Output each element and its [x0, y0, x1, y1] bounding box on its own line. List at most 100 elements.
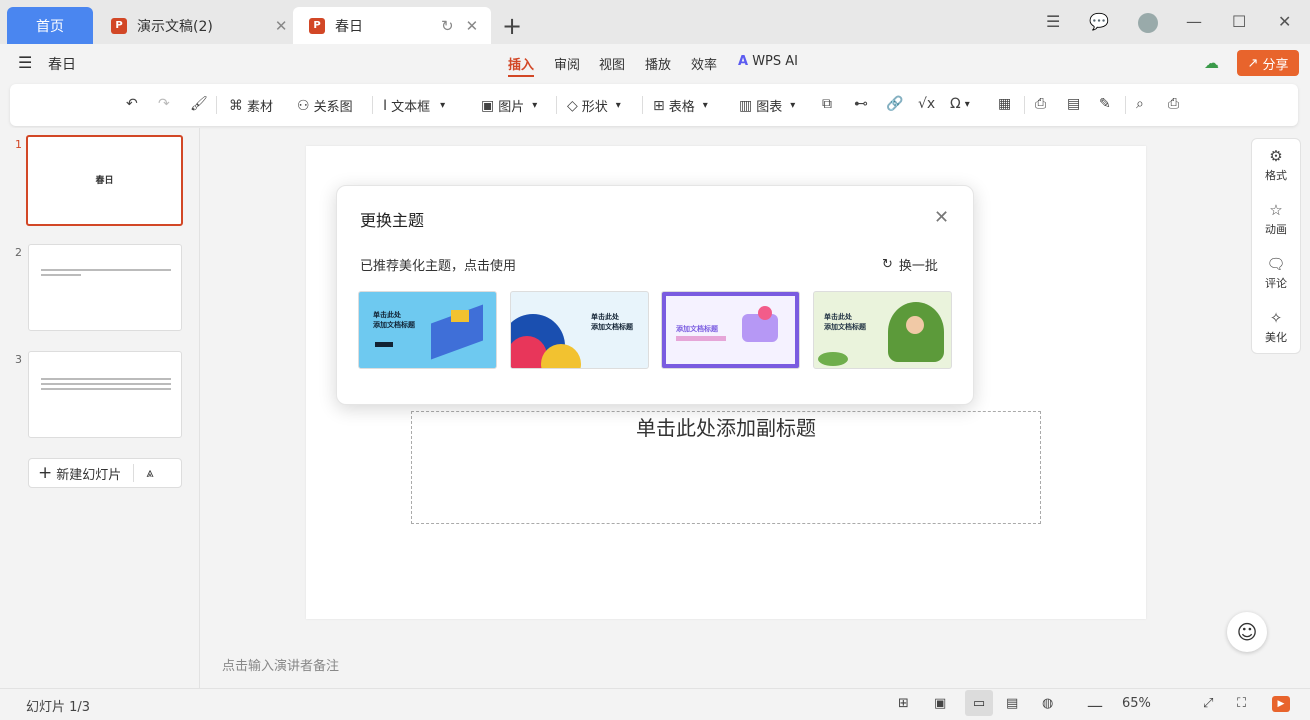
stamp-icon: ⎙	[1035, 96, 1047, 112]
refresh-icon: ↻	[882, 257, 893, 272]
close-icon[interactable]: ✕	[466, 17, 479, 35]
zoom-out-icon[interactable]: —	[1087, 696, 1103, 715]
print-button[interactable]: ⎙	[1168, 96, 1179, 112]
table-button[interactable]: ⊞ 表格 ▾	[653, 96, 708, 116]
search-icon: ⌕	[1136, 96, 1144, 112]
grid-view-icon[interactable]: ⊞	[898, 696, 909, 711]
tab-view[interactable]: 视图	[599, 54, 625, 73]
format-painter-button[interactable]: 🖌	[190, 96, 208, 112]
theme-option-4[interactable]: 单击此处 添加文档标题	[813, 291, 952, 369]
minimize-icon[interactable]: —	[1186, 12, 1202, 31]
close-icon[interactable]: ✕	[275, 17, 288, 35]
redo-icon: ↷	[158, 96, 170, 112]
undo-icon: ↶	[126, 96, 138, 112]
status-bar	[0, 688, 1310, 720]
tab-label: 春日	[335, 18, 363, 35]
speaker-notes-input[interactable]: 点击输入演讲者备注	[222, 655, 339, 674]
search-button[interactable]: ⌕	[1136, 96, 1144, 112]
new-slide-label: 新建幻灯片	[56, 467, 122, 483]
note-button[interactable]: ✎	[1099, 96, 1111, 112]
undo-button[interactable]: ↶	[126, 96, 138, 112]
chevron-down-icon: ▾	[440, 100, 446, 111]
message-icon[interactable]: 💬	[1089, 12, 1109, 31]
play-icon[interactable]: ▶	[1272, 696, 1290, 712]
note-icon: ✎	[1099, 96, 1111, 112]
swap-batch-button[interactable]: ↻ 换一批	[882, 255, 938, 274]
thumb-text-line	[41, 274, 81, 276]
link-button[interactable]: 🔗	[886, 96, 903, 112]
divider	[1125, 96, 1126, 114]
theme-option-1[interactable]: 单击此处 添加文档标题	[358, 291, 497, 369]
textbox-button[interactable]: Ⅰ 文本框 ▾	[383, 96, 446, 116]
hamburger-icon[interactable]: ☰	[18, 53, 32, 72]
flow-button[interactable]: ⊷	[854, 96, 868, 112]
tab-play[interactable]: 播放	[645, 54, 671, 73]
window-close-icon[interactable]: ✕	[1278, 12, 1291, 31]
chevron-down-icon: ▾	[964, 98, 970, 110]
smart-graphic-button[interactable]: ⧉	[822, 96, 832, 112]
reading-view-icon[interactable]: ▣	[934, 696, 946, 711]
animation-panel-button[interactable]: ☆ 动画	[1251, 201, 1301, 237]
comment-panel-button[interactable]: 🗨 评论	[1251, 255, 1301, 291]
tab-doc-1[interactable]: P 演示文稿(2) ✕	[95, 7, 290, 44]
wps-ai-icon: A	[738, 54, 749, 69]
brush-icon: 🖌	[190, 96, 208, 112]
zoom-level[interactable]: 65%	[1122, 696, 1151, 711]
symbol-button[interactable]: Ω ▾	[950, 96, 970, 112]
subtitle-placeholder[interactable]: 单击此处添加副标题	[411, 412, 1041, 441]
new-tab-button[interactable]: +	[502, 12, 522, 40]
tab-insert[interactable]: 插入	[508, 54, 534, 73]
chevron-down-icon: ▾	[532, 100, 538, 111]
formula-button[interactable]: √x	[918, 96, 935, 112]
animation-label: 动画	[1265, 223, 1287, 236]
chart-button[interactable]: ▥ 图表 ▾	[739, 96, 796, 116]
textbox-icon: Ⅰ	[383, 97, 388, 114]
fit-icon[interactable]: ⤢	[1203, 696, 1213, 711]
new-slide-button[interactable]: + 新建幻灯片 ⩓	[28, 458, 182, 488]
close-icon[interactable]: ✕	[934, 207, 949, 228]
theme-button-shape	[375, 342, 393, 347]
fullscreen-icon[interactable]: ⛶	[1237, 696, 1246, 711]
beautify-label: 美化	[1265, 331, 1287, 344]
material-icon: ⌘	[229, 97, 243, 114]
theme-option-2[interactable]: 单击此处 添加文档标题	[510, 291, 649, 369]
stamp-button[interactable]: ⎙	[1035, 96, 1046, 112]
template-icon[interactable]: ⩓	[146, 466, 153, 481]
share-label: 分享	[1262, 57, 1289, 73]
theme-option-3[interactable]: 添加文档标题	[661, 291, 800, 369]
format-panel-button[interactable]: ⚙ 格式	[1251, 147, 1301, 183]
theme-text: 单击此处 添加文档标题	[824, 313, 866, 331]
globe-icon[interactable]: ◍	[1042, 696, 1053, 711]
assistant-avatar-button[interactable]: ☺	[1227, 612, 1267, 652]
material-button[interactable]: ⌘ 素材	[229, 96, 273, 116]
picture-icon: ▣	[481, 97, 495, 114]
qrcode-button[interactable]: ▦	[998, 96, 1011, 112]
redo-button[interactable]: ↷	[158, 96, 170, 112]
tab-doc-2[interactable]: P 春日 ↻ ✕	[293, 7, 491, 44]
tab-wps-ai[interactable]: A WPS AI	[738, 54, 798, 69]
relation-button[interactable]: ⚇ 关系图	[297, 96, 353, 116]
notes-view-icon[interactable]: ▤	[1006, 696, 1018, 711]
avatar[interactable]	[1138, 13, 1158, 33]
theme-illustration	[758, 306, 772, 320]
chevron-down-icon: ▾	[790, 100, 796, 111]
picture-button[interactable]: ▣ 图片 ▾	[481, 96, 538, 116]
slide-thumbnail-3[interactable]	[28, 351, 182, 438]
list-icon[interactable]: ☰	[1046, 12, 1060, 31]
tab-review[interactable]: 审阅	[554, 54, 580, 73]
header-button[interactable]: ▤	[1067, 96, 1080, 112]
refresh-icon[interactable]: ↻	[441, 17, 454, 35]
omega-icon: Ω	[950, 96, 961, 112]
cloud-sync-icon[interactable]: ☁	[1204, 54, 1219, 72]
theme-illustration	[906, 316, 924, 334]
slide-thumbnail-1[interactable]: 春日	[26, 135, 183, 226]
tab-efficiency[interactable]: 效率	[691, 54, 717, 73]
slide-thumbnail-2[interactable]	[28, 244, 182, 331]
divider	[556, 96, 557, 114]
normal-view-icon[interactable]: ▭	[965, 690, 993, 716]
shape-button[interactable]: ◇ 形状 ▾	[567, 96, 621, 116]
share-button[interactable]: ↗ 分享	[1237, 50, 1299, 76]
tab-home[interactable]: 首页	[7, 7, 93, 44]
beautify-panel-button[interactable]: ✧ 美化	[1251, 309, 1301, 345]
maximize-icon[interactable]: ☐	[1232, 12, 1246, 31]
